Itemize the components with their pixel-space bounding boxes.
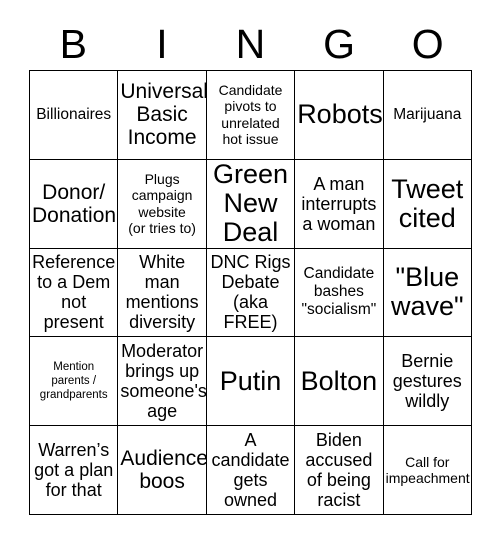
bingo-header-letter-g: G bbox=[323, 21, 356, 67]
bingo-square-label: Green New Deal bbox=[212, 159, 289, 248]
bingo-card: B I N G O Billionaires Universal Basic Income… bbox=[0, 0, 500, 544]
bingo-square[interactable]: A man interrupts a woman bbox=[295, 159, 384, 249]
bingo-square[interactable]: Tweet cited bbox=[383, 159, 472, 249]
bingo-square-label: A candidate gets owned bbox=[211, 430, 290, 511]
bingo-square-label: Bolton bbox=[300, 365, 378, 396]
bingo-square-label: "Blue wave" bbox=[390, 262, 464, 322]
bingo-header-letter-o: O bbox=[411, 21, 444, 67]
bingo-header-letter-i: I bbox=[156, 21, 168, 67]
bingo-grid: Billionaires Universal Basic Income Candid… bbox=[29, 70, 472, 515]
bingo-square[interactable]: Universal Basic Income bbox=[118, 71, 207, 160]
bingo-square-label: Donor/ Donation bbox=[32, 180, 117, 227]
bingo-square-label: Marijuana bbox=[393, 105, 462, 123]
bingo-square-label: A man interrupts a woman bbox=[301, 173, 377, 234]
bingo-square-label: Tweet cited bbox=[391, 173, 464, 233]
bingo-square[interactable]: Call for impeachment bbox=[383, 426, 472, 515]
bingo-square-label: Mention parents / grandparents bbox=[39, 361, 108, 402]
bingo-square[interactable]: Putin bbox=[206, 337, 296, 427]
bingo-square[interactable]: Donor/ Donation bbox=[30, 159, 119, 249]
bingo-square-label: Candidate pivots to unrelated hot issue bbox=[218, 81, 283, 148]
bingo-square-label: Warren’s got a plan for that bbox=[34, 440, 114, 501]
bingo-square-label: Robots bbox=[297, 99, 383, 130]
bingo-square[interactable]: Bernie gestures wildly bbox=[383, 337, 472, 427]
bingo-header-letter-b: B bbox=[59, 21, 87, 67]
bingo-square-label: Moderator brings up someone's age bbox=[120, 341, 207, 422]
bingo-header-letter-n: N bbox=[235, 21, 266, 67]
bingo-square-label: Bernie gestures wildly bbox=[392, 351, 462, 412]
bingo-square[interactable]: DNC Rigs Debate (aka FREE) bbox=[206, 248, 296, 338]
bingo-square[interactable]: Biden accused of being racist bbox=[295, 426, 384, 515]
bingo-square[interactable]: Bolton bbox=[295, 337, 384, 427]
bingo-square[interactable]: Billionaires bbox=[30, 71, 119, 160]
bingo-square[interactable]: Moderator brings up someone's age bbox=[118, 337, 207, 427]
bingo-square[interactable]: Mention parents / grandparents bbox=[30, 337, 119, 427]
bingo-square[interactable]: Warren’s got a plan for that bbox=[30, 426, 119, 515]
bingo-square[interactable]: Green New Deal bbox=[206, 159, 296, 249]
bingo-square-label: Reference to a Dem not present bbox=[32, 252, 116, 333]
bingo-square[interactable]: Robots bbox=[295, 71, 384, 160]
bingo-square[interactable]: Candidate pivots to unrelated hot issue bbox=[206, 71, 296, 160]
bingo-square-label: DNC Rigs Debate (aka FREE) bbox=[210, 252, 291, 333]
bingo-square-label: White man mentions diversity bbox=[125, 252, 199, 333]
bingo-square-label: Billionaires bbox=[36, 105, 112, 123]
bingo-square[interactable]: A candidate gets owned bbox=[206, 426, 296, 515]
bingo-header: BINGO bbox=[29, 18, 472, 70]
bingo-square-label: Candidate bashes "socialism" bbox=[301, 265, 377, 319]
bingo-square[interactable]: Plugs campaign website (or tries to) bbox=[118, 159, 207, 249]
bingo-square-label: Plugs campaign website (or tries to) bbox=[128, 170, 196, 237]
bingo-square[interactable]: Reference to a Dem not present bbox=[30, 248, 119, 338]
bingo-square[interactable]: Marijuana bbox=[383, 71, 472, 160]
bingo-square[interactable]: White man mentions diversity bbox=[118, 248, 207, 338]
bingo-square[interactable]: "Blue wave" bbox=[383, 248, 472, 338]
bingo-square-label: Biden accused of being racist bbox=[305, 430, 373, 511]
bingo-square[interactable]: Candidate bashes "socialism" bbox=[295, 248, 384, 338]
bingo-square-label: Audience boos bbox=[120, 447, 207, 494]
bingo-square-label: Universal Basic Income bbox=[120, 80, 207, 150]
bingo-square[interactable]: Audience boos bbox=[118, 426, 207, 515]
bingo-square-label: Putin bbox=[219, 365, 282, 396]
bingo-square-label: Call for impeachment bbox=[385, 453, 470, 487]
